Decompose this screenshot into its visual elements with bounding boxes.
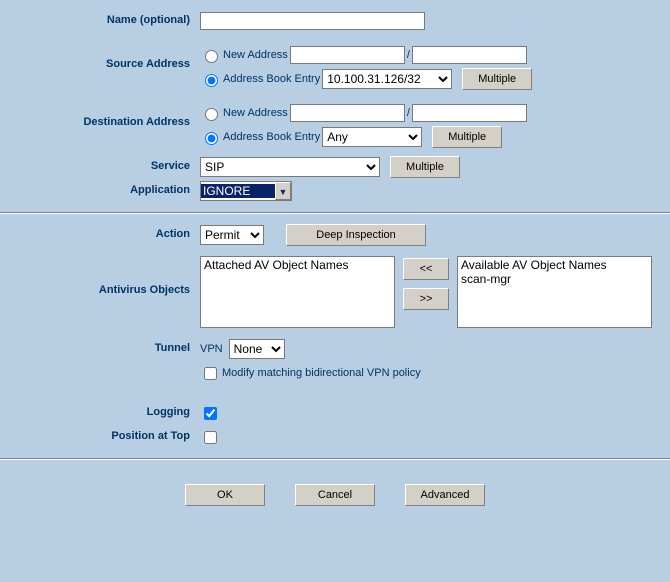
action-select[interactable]: Permit bbox=[200, 225, 264, 245]
action-label: Action bbox=[10, 224, 200, 240]
application-label: Application bbox=[10, 180, 200, 196]
src-book-entry-select[interactable]: 10.100.31.126/32 bbox=[322, 69, 452, 89]
src-new-address-radio-label: New Address bbox=[223, 49, 288, 61]
service-multiple-button[interactable]: Multiple bbox=[390, 156, 460, 178]
deep-inspection-button[interactable]: Deep Inspection bbox=[286, 224, 426, 246]
dst-multiple-button[interactable]: Multiple bbox=[432, 126, 502, 148]
available-av-header: Available AV Object Names bbox=[461, 258, 648, 272]
service-label: Service bbox=[10, 156, 200, 172]
source-address-label: Source Address bbox=[10, 44, 200, 70]
available-av-listbox[interactable]: Available AV Object Names scan-mgr bbox=[457, 256, 652, 328]
src-book-entry-radio-label: Address Book Entry bbox=[223, 73, 320, 85]
dst-new-address-input2[interactable] bbox=[412, 104, 527, 122]
advanced-button[interactable]: Advanced bbox=[405, 484, 485, 506]
move-right-button[interactable]: >> bbox=[403, 288, 449, 310]
chevron-down-icon: ▼ bbox=[275, 182, 291, 200]
antivirus-objects-label: Antivirus Objects bbox=[10, 256, 200, 296]
src-new-address-input1[interactable] bbox=[290, 46, 405, 64]
name-label: Name (optional) bbox=[10, 10, 200, 26]
dst-new-address-radio-label: New Address bbox=[223, 107, 288, 119]
modify-bidirectional-checkbox[interactable] bbox=[204, 367, 217, 380]
dst-new-address-input1[interactable] bbox=[290, 104, 405, 122]
application-select[interactable]: IGNORE ▼ bbox=[200, 181, 292, 201]
src-address-separator: / bbox=[407, 49, 410, 61]
attached-av-header: Attached AV Object Names bbox=[204, 258, 391, 272]
logging-checkbox[interactable] bbox=[204, 407, 217, 420]
src-new-address-input2[interactable] bbox=[412, 46, 527, 64]
modify-bidirectional-label: Modify matching bidirectional VPN policy bbox=[222, 367, 421, 379]
destination-address-label: Destination Address bbox=[10, 102, 200, 128]
cancel-button[interactable]: Cancel bbox=[295, 484, 375, 506]
divider bbox=[0, 458, 670, 460]
dst-book-entry-select[interactable]: Any bbox=[322, 127, 422, 147]
dst-book-entry-radio[interactable] bbox=[205, 132, 218, 145]
logging-label: Logging bbox=[10, 402, 200, 418]
vpn-select[interactable]: None bbox=[229, 339, 285, 359]
dst-new-address-radio[interactable] bbox=[205, 108, 218, 121]
vpn-sublabel: VPN bbox=[200, 343, 223, 355]
position-at-top-label: Position at Top bbox=[10, 426, 200, 442]
src-book-entry-radio[interactable] bbox=[205, 74, 218, 87]
src-multiple-button[interactable]: Multiple bbox=[462, 68, 532, 90]
dst-address-separator: / bbox=[407, 107, 410, 119]
service-select[interactable]: SIP bbox=[200, 157, 380, 177]
ok-button[interactable]: OK bbox=[185, 484, 265, 506]
attached-av-listbox[interactable]: Attached AV Object Names bbox=[200, 256, 395, 328]
src-new-address-radio[interactable] bbox=[205, 50, 218, 63]
move-left-button[interactable]: << bbox=[403, 258, 449, 280]
available-av-item[interactable]: scan-mgr bbox=[461, 272, 648, 286]
divider bbox=[0, 212, 670, 214]
position-at-top-checkbox[interactable] bbox=[204, 431, 217, 444]
tunnel-label: Tunnel bbox=[10, 338, 200, 354]
name-input[interactable] bbox=[200, 12, 425, 30]
dst-book-entry-radio-label: Address Book Entry bbox=[223, 131, 320, 143]
